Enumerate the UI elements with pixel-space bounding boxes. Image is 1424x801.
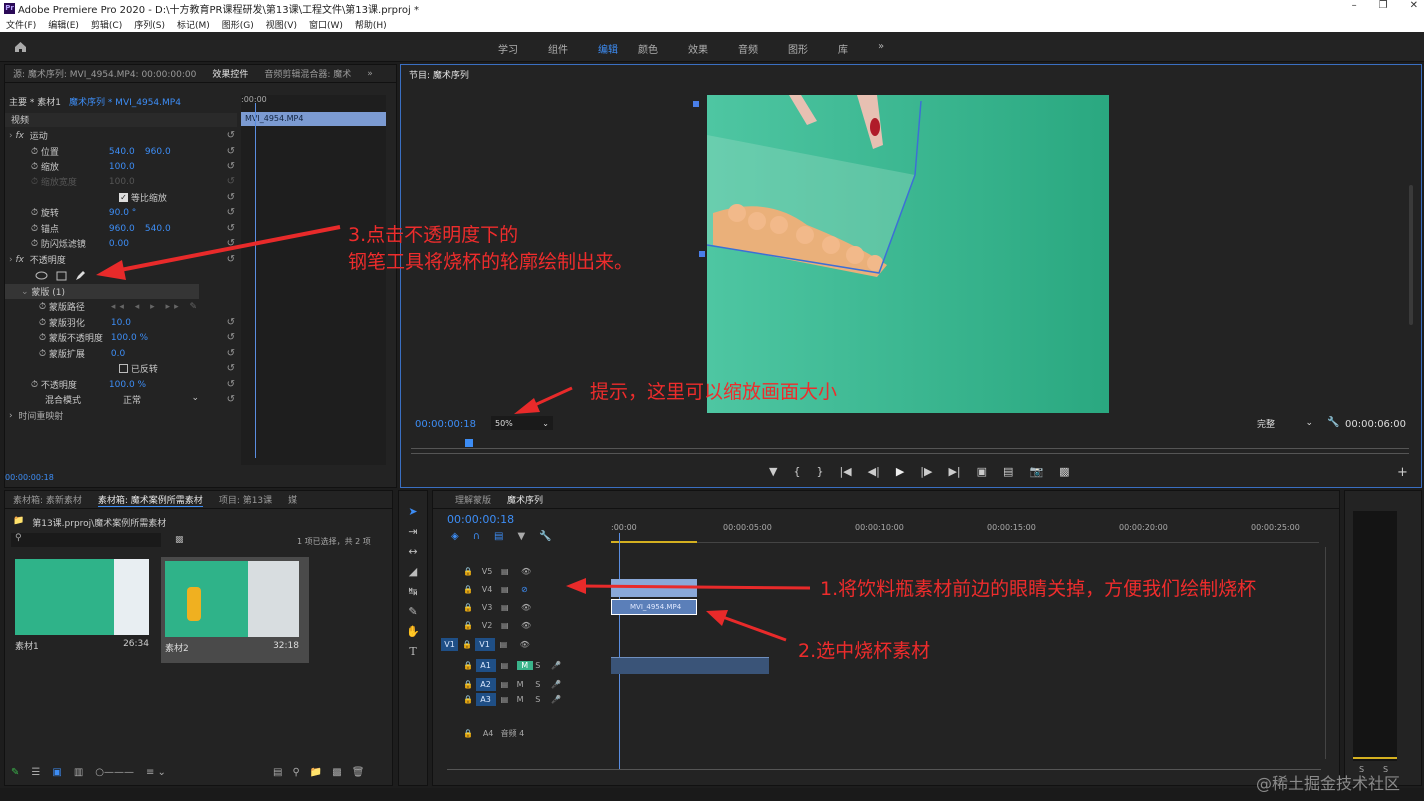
annotation-tip: 提示，这里可以缩放画面大小 [590, 381, 838, 403]
watermark: @稀土掘金技术社区 [1256, 774, 1401, 793]
status-bar [0, 788, 1424, 801]
annotation-step2: 2.选中烧杯素材 [798, 640, 931, 662]
annotation-step1: 1.将饮料瓶素材前边的眼睛关掉，方便我们绘制烧杯 [820, 578, 1257, 600]
annotation-step3-line1: 3.点击不透明度下的 [348, 224, 519, 246]
annotation-step3-line2: 钢笔工具将烧杯的轮廓绘制出来。 [348, 251, 634, 273]
